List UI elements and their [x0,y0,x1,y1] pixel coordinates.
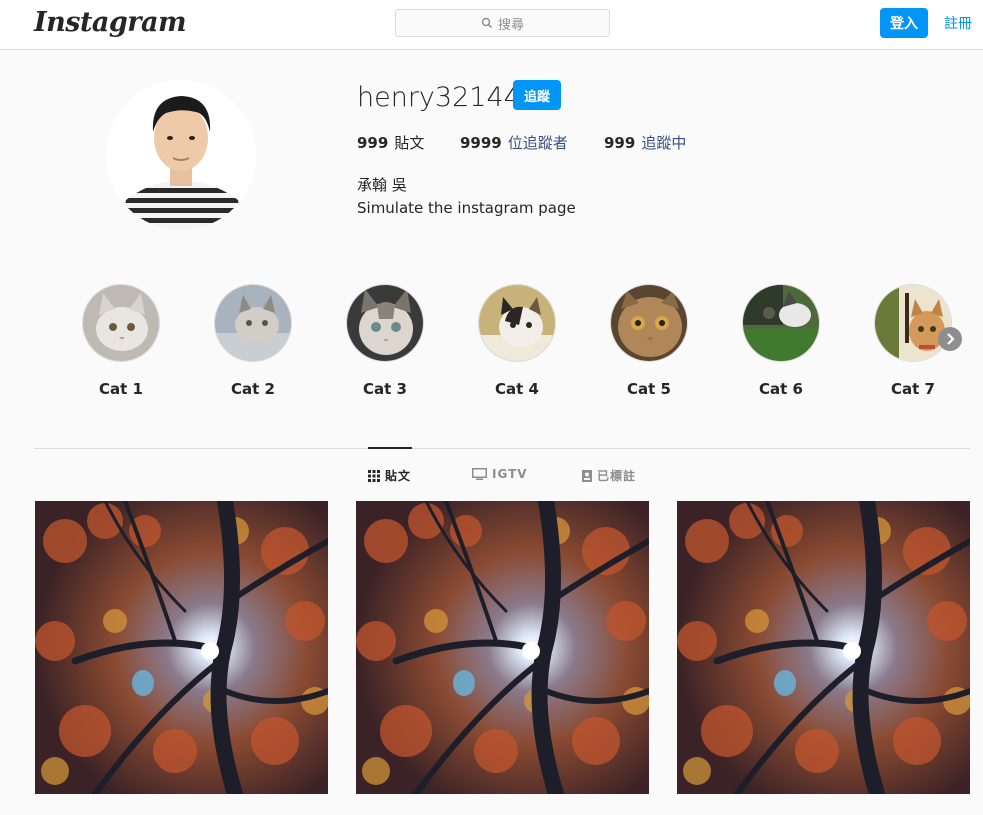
tabs-divider [34,448,970,449]
following-count: 999 [604,134,636,152]
followers-stat[interactable]: 9999 位追蹤者 [460,132,568,153]
highlight-cover [742,284,820,362]
tab-label: IGTV [492,467,528,481]
highlights-next-button[interactable] [938,327,962,351]
highlight-cover [478,284,556,362]
posts-count: 999 [357,134,389,152]
profile-avatar[interactable] [106,80,256,230]
posts-label: 貼文 [394,134,425,152]
tab-igtv[interactable]: IGTV [472,467,528,481]
highlight-label: Cat 5 [627,380,671,398]
post-thumbnail[interactable] [356,501,649,794]
tab-tagged[interactable]: 已標註 [582,467,636,484]
post-thumbnail[interactable] [35,501,328,794]
post-image [356,501,649,794]
login-button[interactable]: 登入 [880,8,928,38]
signup-link[interactable]: 註冊 [944,13,972,33]
profile-full-name: 承翰 吳 [357,176,407,194]
top-nav: Instagram 搜尋 登入 註冊 [0,0,983,50]
avatar-photo [106,80,256,230]
highlight-label: Cat 2 [231,380,275,398]
highlight-label: Cat 4 [495,380,539,398]
tab-label: 已標註 [597,469,637,483]
post-thumbnail[interactable] [677,501,970,794]
active-tab-indicator [368,447,412,449]
highlight-cover [346,284,424,362]
highlight-cat-4[interactable]: Cat 4 [477,284,557,398]
followers-count: 9999 [460,134,502,152]
highlight-cat-1[interactable]: Cat 1 [81,284,161,398]
profile-bio: Simulate the instagram page [357,199,576,217]
highlight-cat-5[interactable]: Cat 5 [609,284,689,398]
highlight-cat-6[interactable]: Cat 6 [741,284,821,398]
followers-label: 位追蹤者 [507,134,568,152]
highlight-cover [214,284,292,362]
tag-icon [582,469,592,482]
highlight-label: Cat 3 [363,380,407,398]
post-image [677,501,970,794]
highlight-cover [610,284,688,362]
follow-button[interactable]: 追蹤 [513,80,561,110]
highlight-label: Cat 1 [99,380,143,398]
tv-icon [472,468,487,480]
highlight-label: Cat 6 [759,380,803,398]
post-image [35,501,328,794]
search-input[interactable]: 搜尋 [395,9,610,37]
highlight-label: Cat 7 [891,380,935,398]
tab-posts[interactable]: 貼文 [368,467,411,484]
following-label: 追蹤中 [641,134,687,152]
instagram-logo[interactable]: Instagram [34,7,187,38]
chevron-right-icon [947,333,955,345]
search-icon [481,17,493,29]
grid-icon [368,469,380,482]
posts-stat: 999 貼文 [357,132,424,153]
highlight-cat-2[interactable]: Cat 2 [213,284,293,398]
tab-label: 貼文 [385,469,412,483]
highlight-cover [82,284,160,362]
highlight-cat-3[interactable]: Cat 3 [345,284,425,398]
following-stat[interactable]: 999 追蹤中 [604,132,686,153]
highlight-cover [874,284,952,362]
profile-username: henry32144 [357,82,521,113]
search-placeholder: 搜尋 [497,17,524,33]
